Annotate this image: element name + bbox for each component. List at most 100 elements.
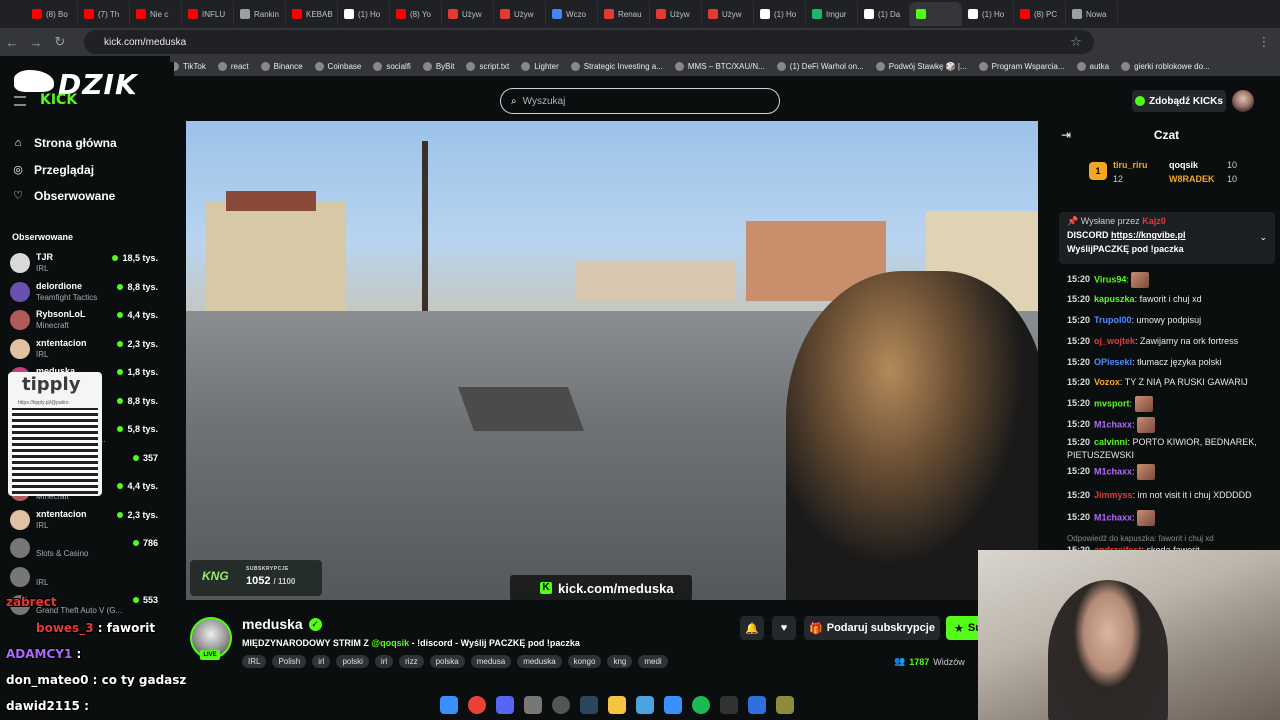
chat-message[interactable]: 15:20 M1chaxx: [1067,464,1275,480]
bookmark-item[interactable]: autka [1076,61,1109,71]
message-username[interactable]: Virus94 [1094,274,1126,284]
followed-channel[interactable]: xntentacion IRL 2,3 tys. [10,336,162,362]
bookmark-item[interactable]: MMS – BTC/XAU/N... [674,61,765,71]
bookmark-item[interactable]: Podwój Stawkę 🎲 |... [875,61,967,71]
chevron-down-icon[interactable]: ⌄ [1259,232,1267,243]
app-icon-4[interactable] [720,696,738,714]
nav-browse[interactable]: ◎ Przeglądaj [12,163,94,177]
browser-tab[interactable]: (1) Ho [962,2,1014,26]
browser-tab[interactable]: (8) PC [1014,2,1066,26]
search-input[interactable]: ⌕ Wyszukaj [500,88,780,114]
notification-bell-button[interactable]: 🔔 [740,616,764,640]
chat-message[interactable]: 15:20 M1chaxx: [1067,417,1275,433]
stream-tag[interactable]: kongo [567,655,602,668]
menu-icon[interactable]: ⋮ [1252,30,1276,54]
chat-message[interactable]: 15:20 M1chaxx: [1067,510,1275,526]
leader-2-name[interactable]: qoqsik [1169,160,1198,170]
follow-heart-button[interactable]: ♥ [772,616,796,640]
message-username[interactable]: calvinni [1094,437,1128,447]
chat-message[interactable]: 15:20 Virus94: [1067,272,1275,288]
message-username[interactable]: Trupol00 [1094,315,1132,325]
app-icon-5[interactable] [748,696,766,714]
chat-message[interactable]: 15:20 Vozox: TY Z NIĄ PA RUSKI GAWARIJ [1067,376,1275,389]
chrome-icon[interactable] [468,696,486,714]
star-icon[interactable]: ☆ [1064,30,1088,54]
chat-message[interactable]: 15:20 Jimmyss: im not visit it i chuj XDD… [1067,489,1275,502]
get-kicks-button[interactable]: Zdobądź KICKs [1132,90,1226,112]
stream-tag[interactable]: Polish [272,655,307,668]
stream-tag[interactable]: medusa [470,655,512,668]
browser-tab[interactable]: (1) Ho [754,2,806,26]
stream-tag[interactable]: irl [312,655,331,668]
bookmark-item[interactable]: Lighter [521,61,559,71]
browser-tab[interactable]: Używ [650,2,702,26]
message-username[interactable]: M1chaxx [1094,466,1132,476]
browser-tab[interactable]: (7) Th [78,2,130,26]
browser-tab[interactable]: Nowa [1066,2,1118,26]
nav-following[interactable]: ♡ Obserwowane [12,189,115,203]
gift-sub-button[interactable]: 🎁 Podaruj subskrypcje [804,616,940,640]
bookmark-item[interactable]: ByBit [422,61,454,71]
browser-tab[interactable]: Używ [702,2,754,26]
user-avatar[interactable] [1232,90,1254,112]
browser-tab[interactable]: INFLU [182,2,234,26]
browser-tab[interactable] [910,2,962,26]
app-icon-2[interactable] [636,696,654,714]
forward-icon[interactable]: → [24,30,48,54]
stream-tag[interactable]: polska [429,655,465,668]
followed-channel[interactable]: Slots & Casino 786 [10,535,162,561]
followed-channel[interactable]: xntentacion IRL 2,3 tys. [10,507,162,533]
bookmark-item[interactable]: Binance [260,61,303,71]
site-logo[interactable]: DZIK KICK [14,62,174,114]
stream-tag[interactable]: rizz [399,655,424,668]
nav-home[interactable]: ⌂ Strona główna [12,136,117,150]
reload-icon[interactable]: ↻ [48,30,72,54]
bookmark-item[interactable]: TikTok [170,61,206,71]
browser-tab[interactable]: Wczo [546,2,598,26]
stream-tag[interactable]: meduska [517,655,562,668]
steam-icon[interactable] [580,696,598,714]
chat-message[interactable]: 15:20 Trupol00: umowy podpisuj [1067,314,1275,327]
hamburger-icon[interactable] [14,96,26,106]
bookmark-item[interactable]: react [217,61,249,71]
message-username[interactable]: oj_wojtek [1094,336,1135,346]
stream-title-mention[interactable]: @qoqsik [371,638,409,648]
streamer-name[interactable]: meduska ✓ [242,616,322,632]
browser-tab[interactable]: (1) Ho [338,2,390,26]
pinned-link[interactable]: https://kngvibe.pl [1111,230,1186,240]
chat-message[interactable]: 15:20 calvinni: PORTO KIWIOR, BEDNAREK, P… [1067,436,1275,462]
chat-message[interactable]: 15:20 OPieseki: tłumacz języka polski [1067,356,1275,369]
browser-tab[interactable]: Rankin [234,2,286,26]
browser-tab[interactable]: Imgur [806,2,858,26]
stream-tag[interactable]: irl [374,655,394,668]
bookmark-item[interactable]: Program Wsparcia... [978,61,1065,71]
stream-tag[interactable]: medi [638,655,668,668]
browser-tab[interactable]: Renau [598,2,650,26]
stream-tag[interactable]: IRL [242,655,267,668]
bookmark-item[interactable]: (1) DeFi Warhol on... [776,61,864,71]
message-username[interactable]: kapuszka [1094,294,1135,304]
bookmark-item[interactable]: script.txt [466,61,509,71]
browser-tab[interactable]: (8) Yo [390,2,442,26]
followed-channel[interactable]: RybsonLoL Minecraft 4,4 tys. [10,307,162,333]
message-username[interactable]: M1chaxx [1094,512,1132,522]
browser-tab[interactable]: (8) Bo [26,2,78,26]
browser-tab[interactable]: Używ [442,2,494,26]
leader-1-name[interactable]: tiru_riru [1113,160,1148,170]
message-username[interactable]: M1chaxx [1094,419,1132,429]
message-username[interactable]: OPieseki [1094,357,1132,367]
message-username[interactable]: Vozox [1094,377,1120,387]
obs-icon[interactable] [552,696,570,714]
bookmark-item[interactable]: Strategic Investing a... [570,61,663,71]
app-icon-6[interactable] [776,696,794,714]
back-icon[interactable]: ← [0,30,24,54]
browser-tab[interactable]: (1) Da [858,2,910,26]
followed-channel[interactable]: delordione Teamfight Tactics 8,8 tys. [10,279,162,305]
windows-start-icon[interactable] [440,696,458,714]
bookmark-item[interactable]: gierki roblokowe do... [1121,61,1210,71]
browser-tab[interactable]: KEBAB [286,2,338,26]
followed-channel[interactable]: IRL [10,564,162,590]
browser-tab[interactable]: Używ [494,2,546,26]
chat-message[interactable]: 15:20 kapuszka: faworit i chuj xd [1067,293,1275,306]
chat-message[interactable]: 15:20 mvsport: [1067,396,1275,412]
